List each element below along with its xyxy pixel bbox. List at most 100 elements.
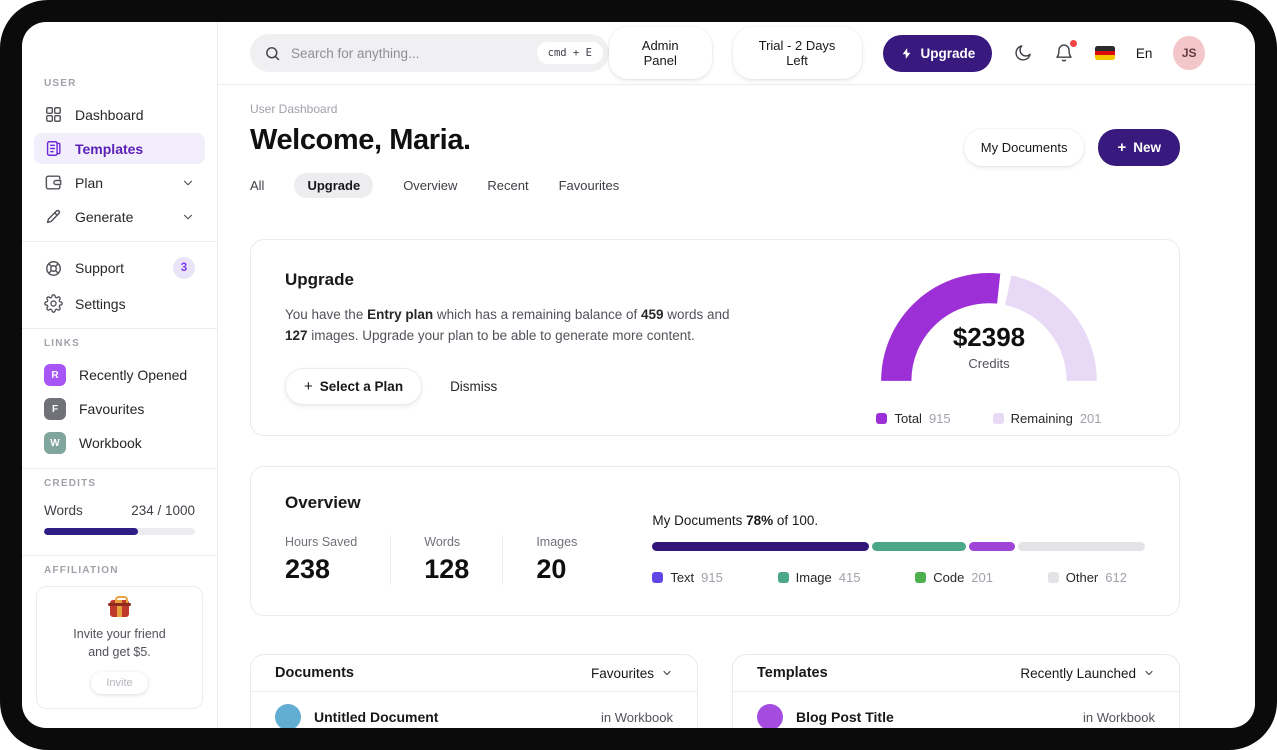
sidebar-divider [22,468,217,469]
admin-panel-button[interactable]: Admin Panel [608,27,712,79]
overview-card: Overview Hours Saved 238 Words 128 Image… [250,466,1180,616]
segment-image [872,542,966,551]
trial-status-button[interactable]: Trial - 2 Days Left [732,27,862,79]
section-label-links: LINKS [44,338,80,349]
affiliation-card: Invite your friend and get $5. Invite [36,586,203,710]
legend-swatch [915,572,927,583]
template-row[interactable]: Blog Post Title in Workbook [733,692,1179,728]
sidebar-item-label: Support [75,260,125,276]
credits-value: 234 / 1000 [131,503,195,518]
templates-card-title: Templates [757,665,828,681]
sidebar-item-label: Dashboard [75,106,144,123]
legend-swatch [992,413,1004,424]
page-content: User Dashboard Welcome, Maria. All Upgra… [218,85,1255,728]
documents-card-title: Documents [275,665,354,681]
language-selector[interactable]: En [1136,46,1153,61]
link-label: Favourites [79,401,145,417]
documents-filter-dropdown[interactable]: Favourites [591,666,673,681]
upgrade-card: Upgrade You have the Entry plan which ha… [250,239,1180,436]
app-window: USER Dashboard Templates Plan Generate S… [22,22,1255,728]
overview-card-title: Overview [285,493,361,512]
gauge-caption: Credits [968,356,1010,371]
gauge-legend: Total 915 Remaining 201 [863,411,1115,426]
sidebar-item-label: Generate [75,208,134,225]
template-avatar [757,704,783,728]
upgrade-card-title: Upgrade [285,270,354,289]
search-shortcut-hint: cmd + E [536,42,603,64]
overview-stats: Hours Saved 238 Words 128 Images 20 [285,535,610,585]
chevron-down-icon [663,670,671,676]
support-count-badge: 3 [173,257,195,279]
legend-item-total: Total 915 [876,411,951,426]
sidebar-item-dashboard[interactable]: Dashboard [34,99,205,130]
search-input[interactable] [291,45,527,61]
sidebar-link-favourites[interactable]: F Favourites [34,393,205,425]
sidebar-item-label: Templates [75,140,144,157]
dismiss-button[interactable]: Dismiss [450,379,497,394]
document-location: in Workbook [600,709,673,725]
legend-swatch [652,572,664,583]
sidebar-item-plan[interactable]: Plan [34,167,205,198]
legend-swatch [876,413,888,424]
main-area: cmd + E Admin Panel Trial - 2 Days Left … [218,22,1255,728]
tab-all[interactable]: All [250,178,264,193]
user-avatar[interactable]: JS [1173,36,1206,70]
sidebar-item-support[interactable]: Support 3 [34,251,205,285]
select-plan-button[interactable]: + Select a Plan [285,367,423,405]
tab-overview[interactable]: Overview [403,178,457,193]
link-initial-badge: W [44,432,66,454]
affiliation-text-line2: and get $5. [88,645,151,660]
select-plan-label: Select a Plan [319,378,404,394]
stat-words: Words 128 [390,535,502,585]
legend-item-remaining: Remaining 201 [992,411,1102,426]
segment-other [1018,542,1145,551]
templates-doc-icon [46,141,61,156]
lifebuoy-icon [46,260,61,276]
templates-filter-dropdown[interactable]: Recently Launched [1020,666,1155,681]
link-label: Workbook [79,435,142,451]
link-label: Recently Opened [79,367,188,383]
new-button[interactable]: + New [1098,129,1180,166]
tab-recent[interactable]: Recent [487,178,528,193]
upgrade-button[interactable]: Upgrade [882,34,993,72]
new-button-label: New [1133,140,1161,155]
sidebar-divider [22,241,217,242]
credits-progress-track [44,528,195,535]
sidebar-divider [22,555,217,556]
credits-block: Words 234 / 1000 [34,499,205,535]
my-documents-button[interactable]: My Documents [963,129,1085,166]
segment-text [652,542,870,551]
credits-type-label: Words [44,503,83,518]
stacked-progress-bar [652,542,1145,551]
sidebar-item-label: Settings [75,295,126,312]
progress-label: My Documents 78% of 100. [652,513,819,528]
sidebar-item-settings[interactable]: Settings [34,288,205,319]
document-row[interactable]: Untitled Document in Workbook [251,692,697,728]
credits-gauge-chart: $2398 Credits Total 915 Remaining 201 [863,270,1115,426]
template-location: in Workbook [1082,709,1155,725]
sidebar-item-templates[interactable]: Templates [34,133,205,164]
notification-dot [1070,40,1078,47]
templates-card: Templates Recently Launched Blog Post Ti… [732,654,1180,728]
sidebar-link-workbook[interactable]: W Workbook [34,427,205,459]
dashboard-grid-icon [46,107,61,122]
upgrade-card-body: You have the Entry plan which has a rema… [285,307,730,343]
gear-icon [44,294,63,313]
search-bar[interactable]: cmd + E [250,34,609,72]
tabs: All Upgrade Overview Recent Favourites [250,173,619,198]
german-flag-icon[interactable] [1095,46,1115,60]
gift-icon [108,596,131,617]
sidebar-link-recently-opened[interactable]: R Recently Opened [34,359,205,391]
sidebar-item-generate[interactable]: Generate [34,201,205,232]
credits-progress-fill [44,528,138,535]
tab-upgrade[interactable]: Upgrade [294,173,374,198]
dark-mode-toggle[interactable] [1013,43,1033,63]
chevron-down-icon [183,180,193,185]
lightning-bolt-icon [902,47,910,59]
notifications-button[interactable] [1054,40,1078,63]
section-label-credits: CREDITS [44,478,97,489]
tab-favourites[interactable]: Favourites [559,178,620,193]
chevron-down-icon [1145,670,1153,676]
link-initial-badge: R [44,364,66,386]
invite-button[interactable]: Invite [91,672,148,695]
